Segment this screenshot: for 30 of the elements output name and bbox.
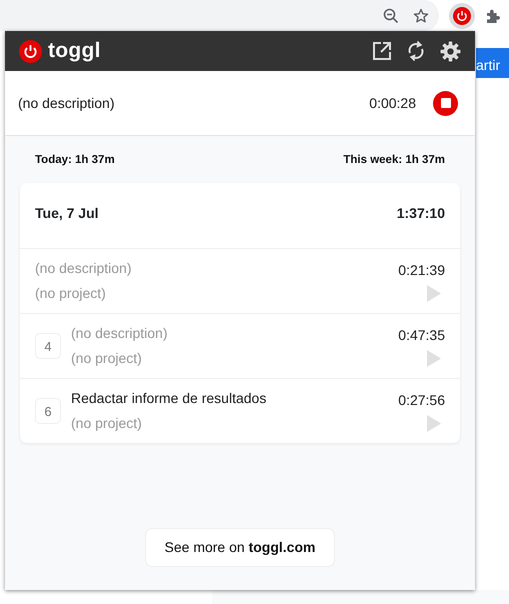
entry-project: (no project) (71, 414, 143, 434)
group-count[interactable]: 6 (35, 398, 61, 424)
stop-icon (440, 98, 450, 108)
week-total: This week: 1h 37m (343, 153, 445, 168)
entry-description[interactable]: (no description) (35, 258, 132, 280)
open-external-icon[interactable] (372, 41, 392, 61)
zoom-out-icon[interactable] (383, 8, 399, 24)
entry-description[interactable]: Redactar informe de resultados (71, 388, 266, 410)
logo-text: toggl (48, 38, 101, 64)
timer-text: 0:00:28 (369, 94, 416, 112)
logo-icon (19, 40, 42, 62)
see-more-link[interactable]: See more on toggl.com (144, 528, 336, 567)
day-date: Tue, 7 Jul (35, 204, 99, 224)
entry-project: (no project) (35, 284, 107, 304)
sync-icon[interactable] (406, 41, 426, 61)
description-field[interactable]: (no description) (18, 92, 114, 114)
day-total: 1:37:10 (396, 204, 445, 224)
share-button[interactable]: artir (476, 48, 509, 78)
entry-project: (no project) (71, 349, 143, 368)
star-icon[interactable] (413, 8, 429, 24)
entry-duration: 0:47:35 (398, 326, 445, 346)
power-icon (453, 6, 471, 24)
entry-duration: 0:21:39 (398, 261, 445, 280)
group-count[interactable]: 4 (35, 333, 61, 360)
entry-duration: 0:27:56 (398, 391, 445, 410)
stop-button[interactable] (433, 90, 458, 116)
extension-button[interactable] (449, 2, 475, 28)
today-total: Today: 1h 37m (35, 153, 115, 168)
entry-description[interactable]: (no description) (71, 323, 168, 344)
puzzle-icon[interactable] (485, 8, 501, 24)
